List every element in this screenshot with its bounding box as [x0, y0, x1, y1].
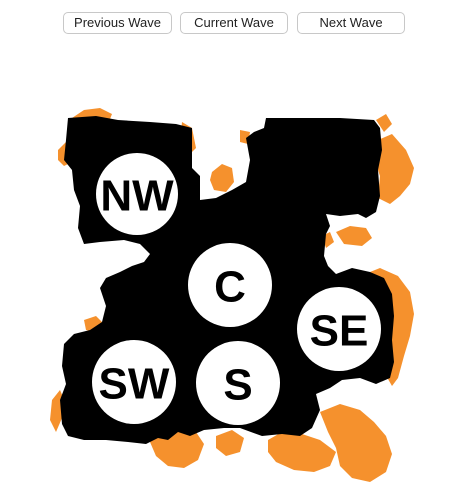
zone-sw[interactable]: SW	[92, 340, 176, 424]
zone-s[interactable]: S	[196, 341, 280, 425]
zone-c[interactable]: C	[188, 243, 272, 327]
zone-se[interactable]: SE	[297, 287, 381, 371]
zone-s-label: S	[223, 361, 252, 410]
zone-se-label: SE	[310, 307, 369, 356]
wave-map: NW C SE SW S	[50, 108, 414, 482]
zone-c-label: C	[214, 263, 246, 312]
zone-sw-label: SW	[99, 360, 170, 409]
zone-nw[interactable]: NW	[96, 153, 178, 235]
zone-nw-label: NW	[100, 172, 174, 221]
